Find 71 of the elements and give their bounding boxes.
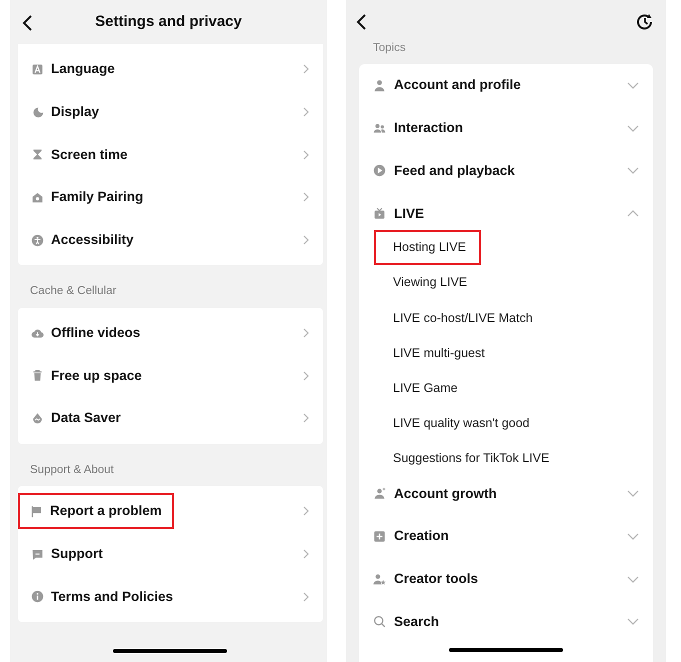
chevron-right-icon [303,192,309,202]
settings-item[interactable]: Offline videos [31,317,140,350]
section-heading: Cache & Cellular [29,284,118,300]
search-icon [373,615,386,628]
settings-item[interactable]: Language [31,53,115,86]
tv-icon [373,207,386,220]
chevron-right-icon [303,549,309,560]
topic-header[interactable]: Account growth [373,484,497,504]
subtopic-item[interactable]: LIVE Game [376,372,458,404]
chevron-right-icon [303,592,309,602]
back-icon[interactable] [356,14,368,30]
topic-header[interactable]: Search [373,612,440,632]
letter-icon [31,62,44,76]
chevron-down-icon[interactable] [627,124,639,132]
chevron-down-icon[interactable] [627,490,639,498]
section-heading: Topics [372,41,407,56]
flag-icon [30,504,43,518]
settings-item[interactable]: Data Saver [31,402,121,434]
settings-item[interactable]: Family Pairing [31,181,144,214]
chevron-up-icon[interactable] [627,210,639,218]
plus-icon [373,530,386,543]
chevron-right-icon [303,506,309,516]
chevron-down-icon[interactable] [627,167,639,174]
subtopic-item[interactable]: LIVE co-host/LIVE Match [376,302,533,334]
people-icon [373,122,386,135]
chevron-down-icon[interactable] [627,618,639,626]
settings-item[interactable]: Support [31,538,103,570]
settings-item[interactable]: Free up space [31,360,142,392]
chevron-right-icon [303,413,309,424]
house-icon [31,190,44,204]
topic-header[interactable]: Creation [373,526,449,546]
topic-header[interactable]: Creator tools [373,568,478,590]
subtopic-item[interactable]: Hosting LIVE [376,232,479,263]
chevron-right-icon [303,370,309,381]
moon-icon [31,106,44,119]
subtopic-item[interactable]: Suggestions for TikTok LIVE [376,443,550,474]
topic-header[interactable]: LIVE [373,204,424,224]
settings-item[interactable]: Terms and Policies [31,580,174,613]
settings-item[interactable]: Report a problem [20,495,172,528]
screen-title: Settings and privacy [95,12,242,32]
hourglass-icon [31,148,44,162]
cloud-download-icon [31,326,44,340]
topic-header[interactable]: Interaction [373,118,464,138]
chevron-right-icon [303,235,309,246]
settings-item[interactable]: Screen time [31,138,128,171]
info-icon [31,590,44,604]
topic-header[interactable]: Feed and playback [373,160,515,182]
chevron-right-icon [303,107,309,118]
chevron-right-icon [303,64,309,74]
history-icon[interactable] [636,13,654,31]
settings-item[interactable]: Accessibility [31,224,134,256]
chevron-down-icon[interactable] [627,82,639,90]
topic-header[interactable]: Account and profile [373,75,521,96]
play-icon [373,164,386,178]
person-star-icon [373,572,386,586]
subtopic-item[interactable]: Viewing LIVE [376,267,468,298]
subtopic-item[interactable]: LIVE quality wasn't good [376,408,530,439]
back-icon[interactable] [22,15,34,31]
settings-item[interactable]: Display [31,96,100,128]
chevron-down-icon[interactable] [627,576,639,583]
subtopic-item[interactable]: LIVE multi-guest [376,338,485,369]
person-icon [373,79,386,92]
chat-icon [31,548,44,561]
trash-icon [31,369,44,382]
accessibility-icon [31,234,44,247]
drop-icon [31,412,44,425]
chevron-right-icon [303,328,309,338]
chevron-right-icon [303,150,309,160]
chevron-down-icon[interactable] [627,532,639,540]
person-plus-icon [373,487,386,500]
section-heading: Support & About [29,462,115,478]
